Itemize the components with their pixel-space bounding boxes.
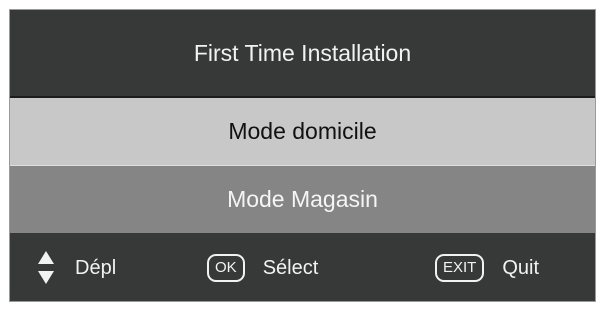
menu-item-mode-domicile[interactable]: Mode domicile bbox=[10, 98, 595, 165]
hint-quit-label: Quit bbox=[502, 256, 540, 279]
ok-key-icon: OK bbox=[207, 254, 245, 282]
hint-navigate-label: Dépl bbox=[75, 256, 117, 279]
menu-item-label: Mode Magasin bbox=[227, 186, 378, 212]
title-bar: First Time Installation bbox=[10, 10, 595, 96]
menu-item-label: Mode domicile bbox=[228, 118, 377, 144]
key-hint-bar: Dépl OK Sélect EXIT Quit bbox=[10, 233, 595, 301]
hint-quit: EXIT Quit bbox=[435, 233, 540, 301]
dialog-title: First Time Installation bbox=[193, 39, 412, 66]
menu-item-mode-magasin[interactable]: Mode Magasin bbox=[10, 166, 595, 233]
installation-dialog: First Time Installation Mode domicile Mo… bbox=[9, 9, 596, 302]
hint-select-label: Sélect bbox=[262, 256, 319, 279]
hint-select: OK Sélect bbox=[207, 233, 319, 301]
up-down-arrows-icon bbox=[37, 249, 55, 287]
exit-key-icon: EXIT bbox=[435, 254, 485, 282]
hint-navigate: Dépl bbox=[37, 233, 117, 301]
